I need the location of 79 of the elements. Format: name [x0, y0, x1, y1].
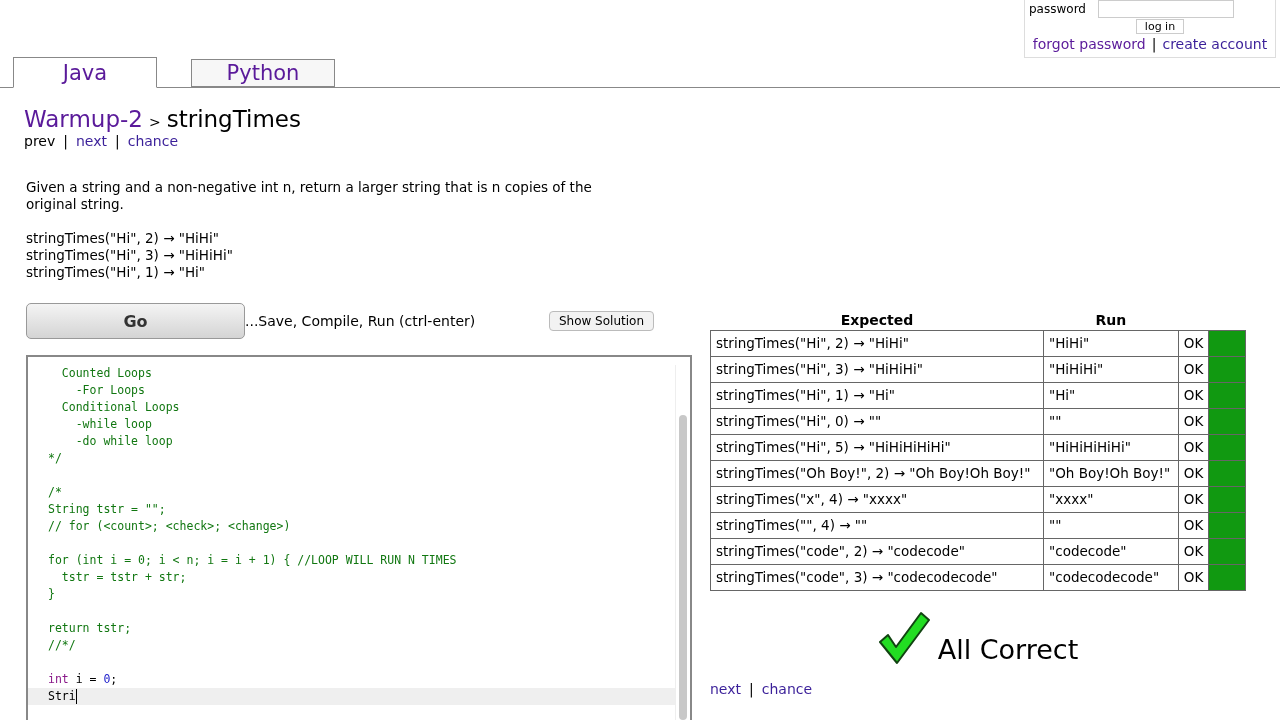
- go-hint: ...Save, Compile, Run (ctrl-enter): [245, 313, 476, 329]
- code-line: int i = 0;: [48, 671, 118, 688]
- expected-cell: stringTimes("Hi", 0) → "": [710, 408, 1044, 435]
- status-cell: OK: [1178, 382, 1209, 409]
- login-button[interactable]: log in: [1135, 19, 1185, 34]
- nav-text: |: [114, 133, 120, 149]
- go-button[interactable]: Go: [26, 303, 245, 339]
- code-line: -For Loops: [74, 382, 145, 399]
- code-line: //*/: [48, 637, 76, 654]
- expected-cell: stringTimes("Hi", 2) → "HiHi": [710, 330, 1044, 357]
- text-cursor: [75, 689, 77, 704]
- password-label: password: [1029, 2, 1086, 16]
- run-cell: "HiHi": [1043, 330, 1179, 357]
- status-cell: OK: [1178, 330, 1209, 357]
- expected-cell: stringTimes("code", 2) → "codecode": [710, 538, 1044, 565]
- code-line: /*: [48, 484, 62, 501]
- code-line: // for (<count>; <check>; <change>): [48, 518, 291, 535]
- run-cell: "HiHiHiHiHi": [1043, 434, 1179, 461]
- forgot-password-link[interactable]: forgot password: [1032, 36, 1146, 52]
- status-cell: OK: [1178, 486, 1209, 513]
- problem-title: stringTimes: [166, 106, 301, 132]
- password-field[interactable]: [1098, 0, 1234, 18]
- expected-cell: stringTimes("Oh Boy!", 2) → "Oh Boy!Oh Boy!": [710, 460, 1044, 487]
- code-line: }: [48, 586, 55, 603]
- language-tab[interactable]: Python: [191, 59, 335, 87]
- expected-cell: stringTimes("", 4) → "": [710, 512, 1044, 539]
- column-header: Run: [1043, 312, 1179, 331]
- status-cell: OK: [1178, 460, 1209, 487]
- expected-cell: stringTimes("Hi", 3) → "HiHiHi": [710, 356, 1044, 383]
- code-line: return tstr;: [48, 620, 132, 637]
- run-cell: "codecode": [1043, 538, 1179, 565]
- run-cell: "": [1043, 512, 1179, 539]
- run-cell: "HiHiHi": [1043, 356, 1179, 383]
- nav-link[interactable]: next: [75, 133, 107, 149]
- example-line: stringTimes("Hi", 3) → "HiHiHi": [26, 247, 234, 264]
- code-editor[interactable]: [26, 355, 692, 720]
- show-solution-button[interactable]: Show Solution: [548, 311, 654, 331]
- section-link[interactable]: Warmup-2: [24, 106, 143, 132]
- expected-cell: stringTimes("Hi", 1) → "Hi": [710, 382, 1044, 409]
- nav-link[interactable]: chance: [127, 133, 179, 149]
- separator: |: [1151, 36, 1157, 52]
- run-cell: "xxxx": [1043, 486, 1179, 513]
- problem-description: Given a string and a non-negative int n, return a larger string that is n copies of the original string.: [26, 179, 593, 213]
- nav-text: prev: [24, 133, 56, 149]
- code-line: -do while loop: [74, 433, 173, 450]
- code-line: String tstr = "";: [48, 501, 166, 518]
- code-line: for (int i = 0; i < n; i = i + 1) { //LOOP WILL RUN N TIMES: [48, 552, 457, 569]
- expected-cell: stringTimes("Hi", 5) → "HiHiHiHiHi": [710, 434, 1044, 461]
- run-cell: "": [1043, 408, 1179, 435]
- run-cell: "Hi": [1043, 382, 1179, 409]
- checkmark-icon: [877, 611, 930, 665]
- status-cell: OK: [1178, 564, 1209, 591]
- run-cell: "codecodecode": [1043, 564, 1179, 591]
- create-account-link[interactable]: create account: [1162, 36, 1268, 52]
- code-line: -while loop: [74, 416, 152, 433]
- language-tab[interactable]: Java: [13, 57, 157, 88]
- verdict-text: All Correct: [937, 634, 1079, 665]
- example-line: stringTimes("Hi", 2) → "HiHi": [26, 230, 220, 247]
- status-cell: OK: [1178, 356, 1209, 383]
- breadcrumb-arrow: >: [148, 114, 161, 130]
- code-line: Conditional Loops: [60, 399, 180, 416]
- expected-cell: stringTimes("x", 4) → "xxxx": [710, 486, 1044, 513]
- code-line: tstr = tstr + str;: [60, 569, 187, 586]
- run-cell: "Oh Boy!Oh Boy!": [1043, 460, 1179, 487]
- scrollbar-thumb[interactable]: [679, 415, 687, 720]
- code-line: Stri: [48, 688, 76, 705]
- nav-text: |: [749, 681, 754, 697]
- nav-link[interactable]: chance: [761, 681, 813, 697]
- code-line: Counted Loops: [60, 365, 152, 382]
- column-header: Expected: [710, 312, 1044, 331]
- status-cell: OK: [1178, 434, 1209, 461]
- nav-link[interactable]: next: [710, 681, 741, 697]
- example-line: stringTimes("Hi", 1) → "Hi": [26, 264, 207, 281]
- status-cell: OK: [1178, 538, 1209, 565]
- code-line: */: [48, 450, 62, 467]
- nav-text: |: [63, 133, 68, 149]
- expected-cell: stringTimes("code", 3) → "codecodecode": [710, 564, 1044, 591]
- status-cell: OK: [1178, 408, 1209, 435]
- status-cell: OK: [1178, 512, 1209, 539]
